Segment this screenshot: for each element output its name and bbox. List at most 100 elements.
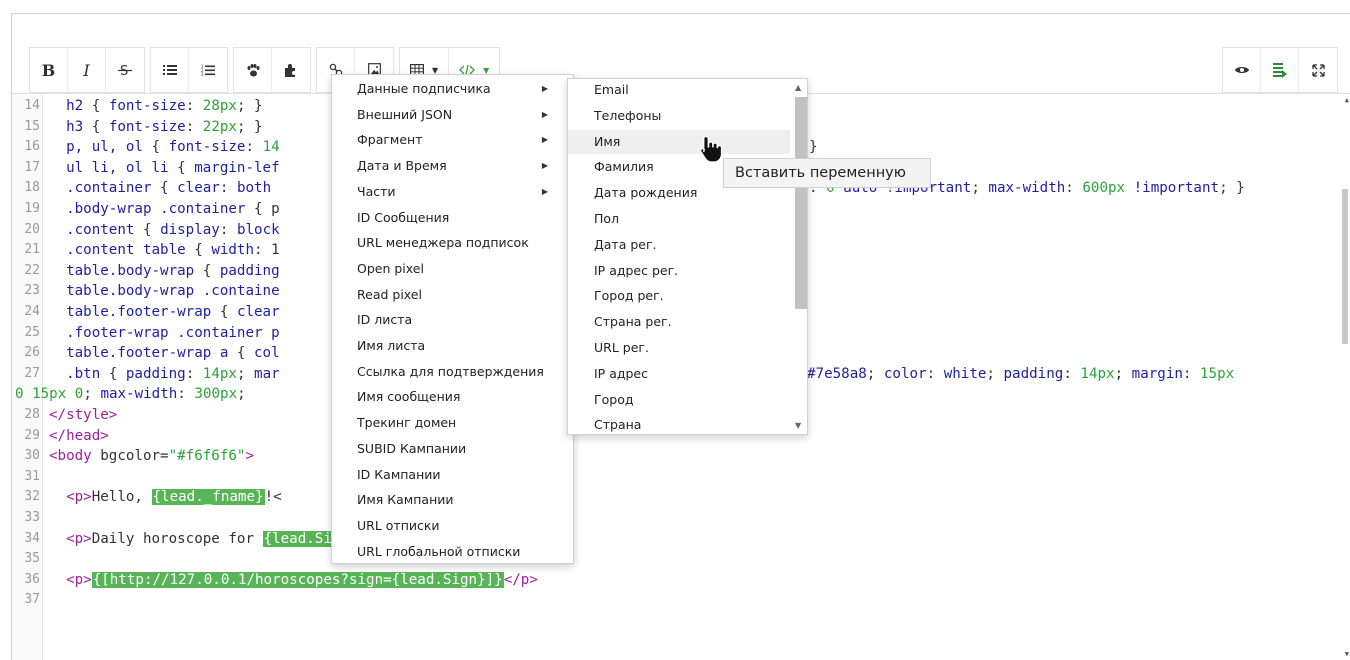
menu-item-label: ID листа [357, 312, 413, 328]
scroll-down-icon[interactable]: ▼ [1345, 650, 1349, 658]
code-line[interactable]: 30 <body bgcolor="#f6f6f6"> [12, 446, 1337, 466]
menu-item[interactable]: Части ▶ [332, 180, 573, 204]
submenu-item[interactable]: IP адрес рег. [568, 259, 790, 283]
menu-item-label: URL отписки [357, 517, 440, 533]
submenu-item[interactable]: IP адрес [568, 362, 790, 386]
menu-item[interactable]: Read pixel [332, 283, 573, 307]
menu-item[interactable]: Данные подписчика ▶ [332, 77, 573, 101]
code-token: { [151, 139, 169, 156]
editor-scrollbar[interactable]: ▲ ▼ [1340, 94, 1350, 660]
submenu-scrollbar[interactable]: ▲ ▼ [791, 79, 807, 434]
code-line[interactable]: 35 [12, 549, 1337, 569]
code-line[interactable]: 36 <p>{[http://127.0.0.1/horoscopes?sign… [12, 570, 1337, 590]
fullscreen-button[interactable] [1299, 48, 1337, 92]
menu-item[interactable]: Имя листа [332, 334, 573, 358]
scroll-up-icon[interactable]: ▲ [795, 83, 801, 92]
menu-item[interactable]: Внешний JSON ▶ [332, 103, 573, 127]
code-token: ; [83, 386, 101, 403]
code-token: </style> [49, 407, 118, 423]
code-text: 0 15px 0; max-width: 300px; [15, 384, 246, 404]
menu-item-label: ID Кампании [357, 466, 441, 482]
paw-button[interactable] [234, 48, 272, 92]
line-number: 16 [24, 139, 40, 155]
submenu-scrollbar-thumb[interactable] [795, 97, 807, 309]
code-token: { [91, 118, 109, 135]
code-token: !< [264, 489, 282, 506]
code-token: table.footer-wrap a [49, 345, 237, 362]
code-line[interactable]: 37 [12, 590, 1337, 610]
menu-item[interactable]: Open pixel [332, 257, 573, 281]
code-token: table.footer-wrap [49, 304, 220, 320]
code-line[interactable]: 32 <p>Hello, {lead._fname}!< [12, 487, 1337, 507]
menu-item[interactable]: Трекинг домен [332, 411, 573, 435]
editor-scrollbar-thumb[interactable] [1342, 189, 1348, 344]
code-line[interactable]: 34 <p>Daily horoscope for {lead.Sign}.</… [12, 529, 1337, 549]
menu-item[interactable]: ID Кампании [332, 463, 573, 487]
view-group [1222, 47, 1338, 93]
code-text: .content table { width: 1 [49, 240, 280, 260]
menu-item[interactable]: ID листа [332, 308, 573, 332]
menu-item[interactable]: Дата и Время ▶ [332, 154, 573, 178]
code-token: ; [236, 365, 255, 382]
scroll-up-icon[interactable]: ▲ [1345, 96, 1349, 104]
strikethrough-button[interactable]: S [106, 48, 144, 92]
submenu-item[interactable]: Дата рег. [568, 233, 790, 257]
menu-item[interactable]: Имя Кампании [332, 488, 573, 512]
menu-item[interactable]: SUBID Кампании [332, 437, 573, 461]
submenu-item[interactable]: Пол [568, 207, 790, 231]
preview-button[interactable] [1223, 48, 1261, 92]
view-toolbar [1222, 47, 1338, 93]
submenu-item[interactable]: Город рег. [568, 284, 790, 308]
code-token: clear [177, 180, 220, 197]
submenu-item[interactable]: Страна [568, 413, 790, 434]
puzzle-icon [285, 64, 295, 77]
menu-item[interactable]: URL глобальной отписки [332, 540, 573, 564]
export-button[interactable] [1261, 48, 1299, 92]
code-token: .container [49, 180, 161, 197]
bold-button[interactable]: B [30, 48, 68, 92]
menu-item[interactable]: Имя сообщения [332, 385, 573, 409]
line-number: 24 [24, 304, 40, 319]
menu-item[interactable]: URL отписки [332, 514, 573, 538]
menu-item[interactable]: Ссылка для подтверждения [332, 360, 573, 384]
submenu-arrow-icon: ▶ [541, 109, 548, 119]
bullet-list-button[interactable] [151, 48, 189, 92]
code-token: bgcolor [100, 448, 161, 465]
menu-item-label: Фрагмент [357, 132, 423, 148]
scroll-down-icon[interactable]: ▼ [795, 421, 801, 430]
menu-item[interactable]: URL менеджера подписок [332, 231, 573, 255]
menu-item-label: URL глобальной отписки [357, 543, 521, 559]
line-number: 21 [24, 242, 40, 258]
code-token: </head> [49, 427, 109, 444]
submenu-item[interactable]: URL рег. [568, 336, 790, 360]
submenu-item[interactable]: Имя [568, 129, 790, 154]
submenu-item[interactable]: Телефоны [568, 104, 790, 128]
code-line[interactable]: 33 [12, 508, 1337, 528]
code-token: p, ul, ol [49, 139, 152, 156]
code-token: : [185, 365, 203, 382]
code-token: ; [237, 386, 246, 403]
menu-item[interactable]: ID Сообщения [332, 206, 573, 230]
code-token: .footer-wrap .container p [49, 324, 280, 341]
code-text: h3 { font-size: 22px; } [49, 117, 263, 137]
code-text: .btn { padding: 14px; mar [49, 364, 280, 384]
code-token: clear [236, 304, 280, 320]
submenu-item[interactable]: Город [568, 388, 790, 412]
italic-button[interactable]: I [68, 48, 106, 92]
code-token: : 1 [254, 242, 280, 259]
code-token: table.body-wrap [49, 262, 203, 279]
hand-cursor-icon [700, 135, 723, 163]
code-token: table.body-wrap .containe [49, 283, 280, 300]
code-text: table.footer-wrap a { col [49, 343, 280, 363]
code-line[interactable]: 31 [12, 467, 1337, 487]
submenu-arrow-icon: ▶ [541, 84, 548, 93]
code-token: { [108, 365, 126, 382]
numbered-list-button[interactable]: 123 [189, 48, 227, 92]
puzzle-button[interactable] [272, 48, 310, 92]
menu-item[interactable]: Фрагмент ▶ [332, 128, 573, 152]
menu-item-label: ID Сообщения [357, 209, 450, 225]
submenu-item[interactable]: Страна рег. [568, 310, 790, 334]
submenu-item[interactable]: Email [568, 79, 790, 102]
menu-item-label: Имя листа [357, 338, 426, 353]
code-token: ; } [236, 98, 263, 114]
